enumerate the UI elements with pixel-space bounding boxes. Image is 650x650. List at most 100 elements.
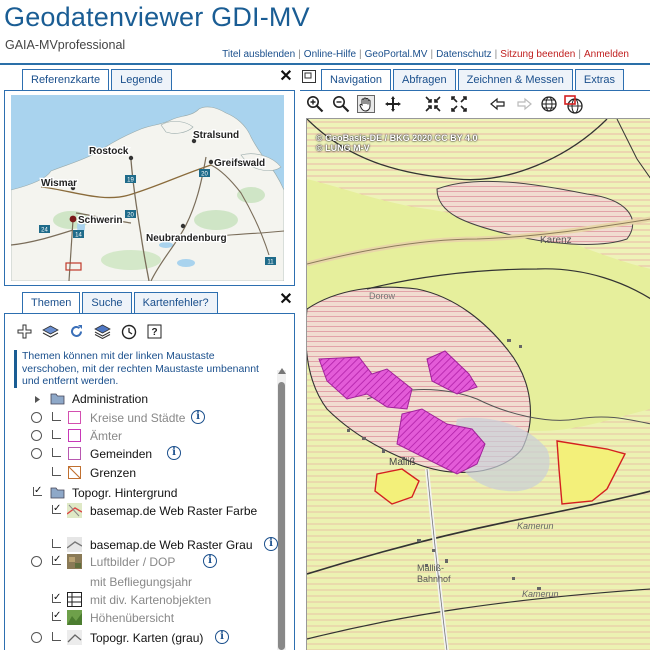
map-canvas[interactable]: Karenz Dorow Malliß Malliß- Bahnhof Kame… — [307, 119, 650, 650]
layer-label: Luftbilder / DOP — [90, 555, 176, 569]
ref-label-schwerin: Schwerin — [78, 215, 122, 226]
layer-swatch — [68, 411, 81, 424]
road-badge-a: 19 — [127, 178, 134, 184]
tab-kartenfehler[interactable]: Kartenfehler? — [133, 292, 218, 313]
layer-radio[interactable] — [31, 632, 42, 643]
road-badge-e: 14 — [75, 233, 82, 239]
tab-zeichnen-messen[interactable]: Zeichnen & Messen — [457, 69, 573, 90]
aerial-thumbnail-icon — [67, 554, 82, 572]
table-icon — [67, 592, 82, 610]
refresh-icon[interactable] — [68, 323, 85, 340]
tab-legende[interactable]: Legende — [111, 69, 172, 90]
layer-kartenobjekte: ✓ mit div. Kartenobjekten — [31, 591, 271, 609]
link-geoportal[interactable]: GeoPortal.MV — [362, 49, 431, 60]
info-icon[interactable]: i — [191, 410, 205, 424]
map-label-kamerun-2: Kamerun — [522, 589, 559, 599]
layers-icon[interactable] — [42, 323, 59, 340]
map-thumbnail-icon — [67, 630, 82, 648]
tab-abfragen[interactable]: Abfragen — [392, 69, 456, 90]
fullscreen-icon[interactable] — [450, 95, 468, 113]
forward-arrow-icon[interactable] — [515, 95, 533, 113]
map-view[interactable]: Karenz Dorow Malliß Malliß- Bahnhof Kame… — [306, 118, 650, 650]
map-thumbnail-icon — [66, 503, 83, 521]
layer-checkbox[interactable] — [52, 412, 61, 421]
navigation-toolbar — [300, 90, 650, 118]
link-online-hilfe[interactable]: Online-Hilfe — [301, 49, 359, 60]
folder-icon — [50, 392, 65, 408]
layer-luftbilder: ✓ Luftbilder / DOP i — [31, 553, 271, 571]
layer-swatch — [68, 447, 81, 460]
tab-suche[interactable]: Suche — [82, 292, 132, 313]
ref-label-stralsund: Stralsund — [193, 130, 239, 141]
close-themes-icon[interactable]: ✕ — [279, 292, 293, 308]
link-datenschutz[interactable]: Datenschutz — [433, 49, 495, 60]
globe-icon[interactable] — [540, 95, 558, 113]
road-badge-b: 20 — [201, 172, 208, 178]
tab-referenzkarte[interactable]: Referenzkarte — [22, 69, 110, 91]
reference-tabs: Referenzkarte Legende — [22, 69, 174, 91]
svg-text:?: ? — [151, 327, 157, 338]
link-anmelden[interactable]: Anmelden — [581, 49, 632, 60]
clock-icon[interactable] — [120, 323, 137, 340]
layer-checkbox[interactable] — [52, 539, 61, 548]
info-icon[interactable]: i — [264, 537, 278, 551]
layer-label: Administration — [72, 392, 149, 406]
layer-radio[interactable] — [31, 412, 42, 423]
layer-checkbox[interactable] — [52, 448, 61, 457]
back-arrow-icon[interactable] — [489, 95, 507, 113]
zoom-out-icon[interactable] — [332, 95, 350, 113]
map-label-karenz: Karenz — [540, 235, 572, 246]
chevron-right-icon[interactable] — [33, 393, 42, 407]
themes-info-text: Themen können mit der linken Maustaste v… — [14, 350, 269, 388]
layer-label: Gemeinden — [90, 447, 153, 461]
tab-themen[interactable]: Themen — [22, 292, 81, 314]
link-sitzung-beenden[interactable]: Sitzung beenden — [497, 49, 578, 60]
relief-thumbnail-icon — [67, 610, 82, 628]
layer-checkbox-checked[interactable]: ✓ — [52, 611, 61, 621]
tab-extras[interactable]: Extras — [574, 69, 625, 90]
scroll-up-icon[interactable] — [278, 368, 286, 374]
ref-label-rostock: Rostock — [89, 146, 129, 157]
header-divider — [0, 63, 650, 65]
app-title: Geodatenviewer GDI-MV — [4, 2, 310, 32]
layer-checkbox-checked[interactable]: ✓ — [52, 504, 61, 514]
layer-checkbox[interactable] — [52, 430, 61, 439]
info-icon[interactable]: i — [167, 446, 181, 460]
link-titel-ausblenden[interactable]: Titel ausblenden — [219, 49, 298, 60]
add-theme-icon[interactable] — [16, 323, 33, 340]
layer-radio[interactable] — [31, 448, 42, 459]
map-label-mallis: Malliß — [389, 457, 416, 468]
info-icon[interactable]: i — [203, 554, 217, 568]
zoom-in-icon[interactable] — [306, 95, 324, 113]
map-label-dorow: Dorow — [369, 291, 396, 301]
map-label-mallis-bahnhof-2: Bahnhof — [417, 574, 451, 584]
folder-open-icon — [50, 486, 65, 502]
layer-checkbox-checked[interactable]: ✓ — [33, 486, 42, 496]
help-icon[interactable]: ? — [146, 323, 163, 340]
tab-navigation[interactable]: Navigation — [321, 69, 391, 91]
layer-swatch — [68, 466, 81, 479]
layer-topo-karten: Topogr. Karten (grau) i — [31, 629, 271, 647]
layer-group-topo[interactable]: ✓ Topogr. Hintergrund — [33, 484, 273, 502]
reference-map[interactable]: Stralsund Rostock Greifswald Wismar Schw… — [11, 95, 284, 281]
close-reference-icon[interactable]: ✕ — [279, 69, 293, 85]
info-icon[interactable]: i — [215, 630, 229, 644]
layer-radio[interactable] — [31, 556, 42, 567]
panel-toggle-icon[interactable] — [302, 70, 316, 86]
layer-checkbox[interactable] — [52, 467, 61, 476]
layer-radio[interactable] — [31, 430, 42, 441]
pan-hand-icon[interactable] — [357, 95, 375, 113]
layer-checkbox-checked[interactable]: ✓ — [52, 593, 61, 603]
layers-stack-icon[interactable] — [94, 323, 111, 340]
zoom-to-extent-icon[interactable] — [424, 95, 442, 113]
themes-scrollbar-thumb[interactable] — [278, 382, 285, 650]
ref-label-wismar: Wismar — [41, 178, 77, 189]
globe-extent-icon[interactable] — [564, 95, 583, 114]
layer-checkbox-checked[interactable]: ✓ — [52, 555, 61, 565]
layer-checkbox[interactable] — [52, 632, 61, 641]
layer-hoehen: ✓ Höhenübersicht — [31, 609, 271, 627]
layer-label: Grenzen — [90, 466, 137, 480]
move-arrows-icon[interactable] — [384, 95, 402, 113]
layer-swatch — [68, 429, 81, 442]
layer-label: mit Befliegungsjahr — [90, 575, 193, 589]
